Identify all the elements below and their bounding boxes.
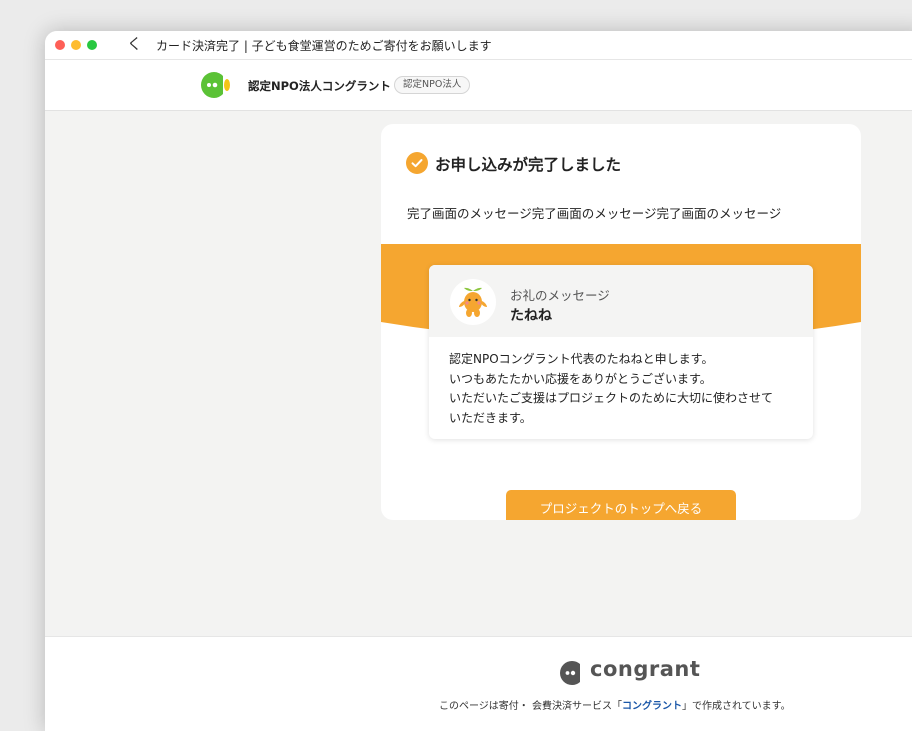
back-icon[interactable]: く [127,34,142,54]
thanks-sender-name: たねね [510,308,552,324]
thanks-line: いただいたご支援はプロジェクトのために大切に使わさせて [449,391,774,405]
footer-text-after: 」で作成されています。 [681,701,791,712]
minimize-window-button[interactable] [71,40,81,50]
org-name[interactable]: 認定NPO法人コングラント [248,78,391,94]
site-header: 認定NPO法人コングラント 認定NPO法人 [45,60,912,111]
footer-text-before: このページは寄付・ 会費決済サービス「 [439,701,622,712]
zoom-window-button[interactable] [87,40,97,50]
window-title: カード決済完了 | 子ども食堂運営のためご寄付をお願いします [156,39,492,53]
thanks-body: 認定NPOコングラント代表のたねねと申します。 いつもあたたかい応援をありがとう… [449,350,799,428]
congrant-logo-icon [560,660,580,686]
congrant-logo-icon[interactable] [199,70,231,100]
close-window-button[interactable] [55,40,65,50]
thanks-line: いただきます。 [449,410,532,425]
completion-message: 完了画面のメッセージ完了画面のメッセージ完了画面のメッセージ [407,206,782,221]
congrant-link[interactable]: コングラント [622,701,682,712]
browser-window: く カード決済完了 | 子ども食堂運営のためご寄付をお願いします 認定NPO法人… [45,31,912,731]
org-badge: 認定NPO法人 [394,76,471,94]
title-bar: く カード決済完了 | 子ども食堂運営のためご寄付をお願いします [45,31,912,60]
thanks-label: お礼のメッセージ [510,288,610,303]
tanene-mascot-avatar [450,279,496,325]
footer-logo-text: congrant [590,657,701,681]
check-circle-icon [406,152,428,174]
thanks-header: お礼のメッセージ たねね [429,265,813,337]
completion-title: お申し込みが完了しました [435,156,622,174]
thanks-line: いつもあたたかい応援をありがとうございます。 [449,371,712,386]
thanks-line: 認定NPOコングラント代表のたねねと申します。 [449,352,714,366]
thanks-message-card: お礼のメッセージ たねね 認定NPOコングラント代表のたねねと申します。 いつも… [429,265,813,439]
footer: congrant このページは寄付・ 会費決済サービス「コングラント」で作成され… [45,636,912,731]
back-to-project-button[interactable]: プロジェクトのトップへ戻る [506,490,736,520]
completion-card: お申し込みが完了しました 完了画面のメッセージ完了画面のメッセージ完了画面のメッ… [381,124,861,520]
